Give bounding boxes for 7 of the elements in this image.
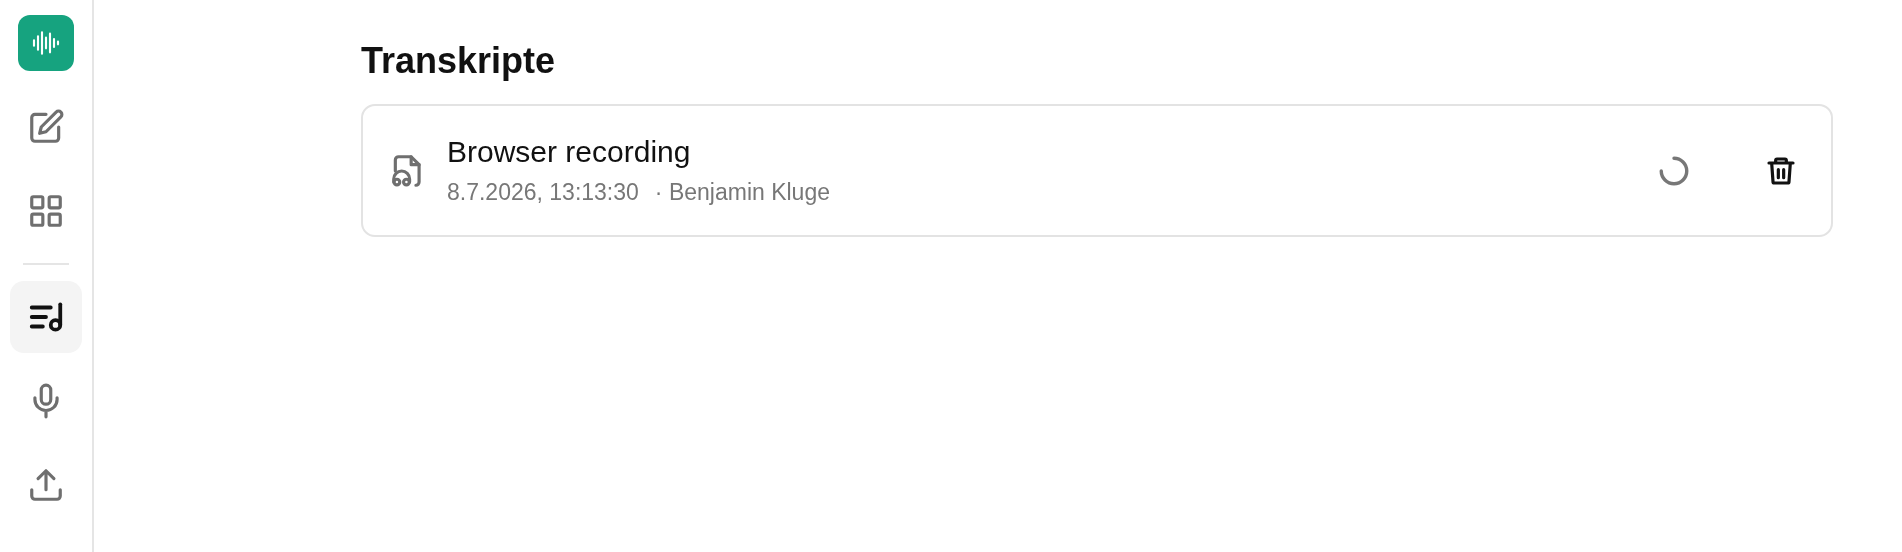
transcript-title: Browser recording [447, 135, 692, 169]
list-music-icon[interactable] [10, 281, 82, 353]
transcript-date: 8.7.2026, 13:13:30 [447, 179, 639, 205]
page-title: Transkripte [361, 40, 557, 82]
app-logo-icon[interactable] [18, 15, 74, 71]
transcript-author: · Benjamin Kluge [654, 179, 830, 205]
transcript-card[interactable]: Browser recording 8.7.2026, 13:13:30 · Benjamin Kluge [361, 104, 1833, 237]
